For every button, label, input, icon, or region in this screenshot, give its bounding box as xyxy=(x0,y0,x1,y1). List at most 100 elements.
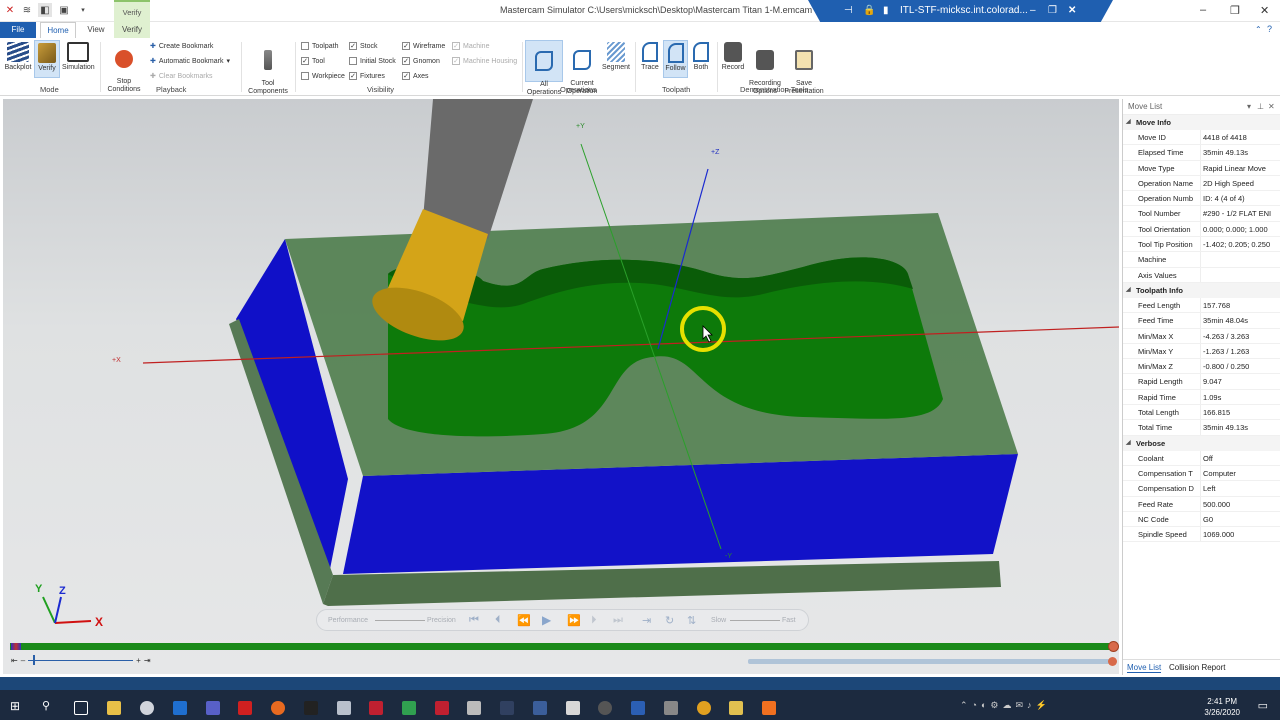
property-row[interactable]: Min/Max Z -0.800 / 0.250 xyxy=(1123,359,1280,375)
tab-home[interactable]: Home xyxy=(40,22,76,38)
skip-end-icon[interactable]: ⏭ xyxy=(613,614,623,627)
zoom-fit-icon[interactable]: ⇤ xyxy=(11,656,18,665)
timeline-handle[interactable] xyxy=(1108,657,1117,666)
tab-view[interactable]: View xyxy=(78,22,114,38)
property-row[interactable]: Tool Orientation 0.000; 0.000; 1.000 xyxy=(1123,221,1280,238)
property-row[interactable]: Elapsed Time 35min 49.13s xyxy=(1123,145,1280,161)
quick-access-dropdown-icon[interactable]: ▾ xyxy=(76,3,90,17)
tool-checkbox[interactable]: ✓ Tool xyxy=(301,57,325,65)
panel-pin-icon[interactable]: ⊥ xyxy=(1257,99,1264,115)
file-explorer-icon[interactable] xyxy=(107,701,121,715)
help-icon[interactable]: ? xyxy=(1267,24,1272,34)
machine-housing-checkbox[interactable]: ✓ Machine Housing xyxy=(452,57,517,65)
workpiece-checkbox[interactable]: Workpiece xyxy=(301,72,345,80)
panel-close-icon[interactable]: ✕ xyxy=(1268,99,1275,115)
windows-start-icon[interactable]: ⊞ xyxy=(10,699,20,713)
quick-access-layers-icon[interactable]: ≋ xyxy=(20,3,34,17)
follow-button[interactable]: Follow xyxy=(663,40,688,78)
task-view-icon[interactable] xyxy=(74,701,88,715)
calculator-icon[interactable] xyxy=(566,701,580,715)
property-row[interactable]: Min/Max Y -1.263 / 1.263 xyxy=(1123,343,1280,360)
rewind-icon[interactable]: ⏪ xyxy=(517,614,531,627)
property-row[interactable]: Rapid Length 9.047 xyxy=(1123,374,1280,390)
app-icon[interactable] xyxy=(402,701,416,715)
property-row[interactable]: Feed Length 157.768 xyxy=(1123,297,1280,314)
3d-viewport[interactable]: +Y +Z +X -Y Y Z X Performance Precision … xyxy=(3,99,1119,674)
property-row[interactable]: Machine xyxy=(1123,252,1280,268)
zoom-in-icon[interactable]: + xyxy=(136,656,141,665)
toolpath-checkbox[interactable]: Toolpath xyxy=(301,42,338,50)
app-icon[interactable] xyxy=(664,701,678,715)
fixtures-checkbox[interactable]: ✓ Fixtures xyxy=(349,72,385,80)
tab-file[interactable]: File xyxy=(0,22,36,38)
app-icon[interactable] xyxy=(533,701,547,715)
clear-bookmarks-button[interactable]: ✚ Clear Bookmarks xyxy=(150,72,213,81)
section-header[interactable]: Verbose xyxy=(1123,435,1280,451)
zoom-slider[interactable] xyxy=(28,655,134,665)
property-row[interactable]: Compensation T Computer xyxy=(1123,465,1280,482)
teams-icon[interactable] xyxy=(206,701,220,715)
panel-menu-icon[interactable]: ▾ xyxy=(1247,99,1251,115)
gnomon-checkbox[interactable]: ✓ Gnomon xyxy=(402,57,440,65)
step-back-icon[interactable]: ⏴ xyxy=(495,614,501,627)
move-progress-track[interactable] xyxy=(10,641,1119,652)
terminal-icon[interactable] xyxy=(304,701,318,715)
timeline-scrollbar[interactable] xyxy=(748,657,1117,666)
segment-button[interactable]: Segment xyxy=(600,42,632,72)
quick-access-save-icon[interactable]: ▣ xyxy=(57,3,71,17)
close-icon[interactable]: ✕ xyxy=(1260,4,1269,17)
tab-verify[interactable]: Verify xyxy=(114,22,150,38)
skip-start-icon[interactable]: ⏮ xyxy=(469,614,479,627)
outlook-icon[interactable] xyxy=(173,701,187,715)
property-row[interactable]: Move ID 4418 of 4418 xyxy=(1123,130,1280,146)
app-icon[interactable] xyxy=(140,701,154,715)
remote-minimize-icon[interactable]: – xyxy=(1030,5,1036,16)
property-row[interactable]: Tool Number #290 - 1/2 FLAT ENI xyxy=(1123,206,1280,222)
firefox-icon[interactable] xyxy=(271,701,285,715)
all-operations-button[interactable]: All Operations xyxy=(525,40,563,96)
property-row[interactable]: Rapid Time 1.09s xyxy=(1123,389,1280,406)
stop-conditions-button[interactable]: Stop Conditions xyxy=(104,42,144,94)
acrobat-icon[interactable] xyxy=(238,701,252,715)
wireframe-checkbox[interactable]: ✓ Wireframe xyxy=(402,42,445,50)
speed-slider[interactable] xyxy=(730,620,780,621)
zoom-slider-thumb[interactable] xyxy=(33,655,36,665)
pin-icon[interactable]: ⊣ xyxy=(844,5,853,16)
quick-access-verify-icon[interactable]: ◧ xyxy=(38,3,52,17)
backplot-button[interactable]: Backplot xyxy=(4,42,32,72)
property-row[interactable]: Feed Rate 500.000 xyxy=(1123,496,1280,512)
step-forward-icon[interactable]: ⏵ xyxy=(591,614,597,627)
restore-icon[interactable]: ❐ xyxy=(1230,4,1240,17)
initial-stock-checkbox[interactable]: Initial Stock xyxy=(349,57,396,65)
system-tray-icons[interactable]: ⌃◔◐⚙☁✉♪⚡ xyxy=(960,700,1051,711)
property-row[interactable]: Spindle Speed 1069.000 xyxy=(1123,527,1280,543)
app-icon[interactable] xyxy=(729,701,743,715)
search-icon[interactable]: ⚲ xyxy=(42,699,50,712)
app-icon[interactable] xyxy=(762,701,776,715)
ribbon-collapse-icon[interactable]: ⌃ xyxy=(1255,25,1262,34)
app-icon[interactable] xyxy=(467,701,481,715)
move-progress-handle[interactable] xyxy=(1108,641,1119,652)
stop-conditions-icon[interactable]: ⇅ xyxy=(687,614,696,627)
property-row[interactable]: Coolant Off xyxy=(1123,450,1280,466)
minimize-icon[interactable]: – xyxy=(1200,4,1206,16)
property-row[interactable]: Operation Numb ID: 4 (4 of 4) xyxy=(1123,191,1280,207)
property-row[interactable]: Min/Max X -4.263 / 3.263 xyxy=(1123,328,1280,344)
fast-forward-icon[interactable]: ⏩ xyxy=(567,614,581,627)
app-icon[interactable] xyxy=(598,701,612,715)
stock-checkbox[interactable]: ✓ Stock xyxy=(349,42,378,50)
property-row[interactable]: Axis Values xyxy=(1123,267,1280,283)
property-row[interactable]: Tool Tip Position -1.402; 0.205; 0.250 xyxy=(1123,237,1280,253)
app-icon[interactable] xyxy=(435,701,449,715)
notifications-icon[interactable]: ▭ xyxy=(1258,699,1268,712)
verify-mode-button[interactable]: Verify xyxy=(34,40,60,78)
pause-at-icon[interactable]: ⇥ xyxy=(642,614,651,627)
app-icon[interactable] xyxy=(500,701,514,715)
clock[interactable]: 2:41 PM 3/26/2020 xyxy=(1204,696,1240,718)
trace-button[interactable]: Trace xyxy=(638,42,662,72)
property-row[interactable]: Total Time 35min 49.13s xyxy=(1123,420,1280,436)
both-button[interactable]: Both xyxy=(689,42,713,72)
property-row[interactable]: Operation Name 2D High Speed xyxy=(1123,175,1280,192)
remote-close-icon[interactable]: ✕ xyxy=(1068,5,1076,16)
property-row[interactable]: NC Code G0 xyxy=(1123,511,1280,528)
